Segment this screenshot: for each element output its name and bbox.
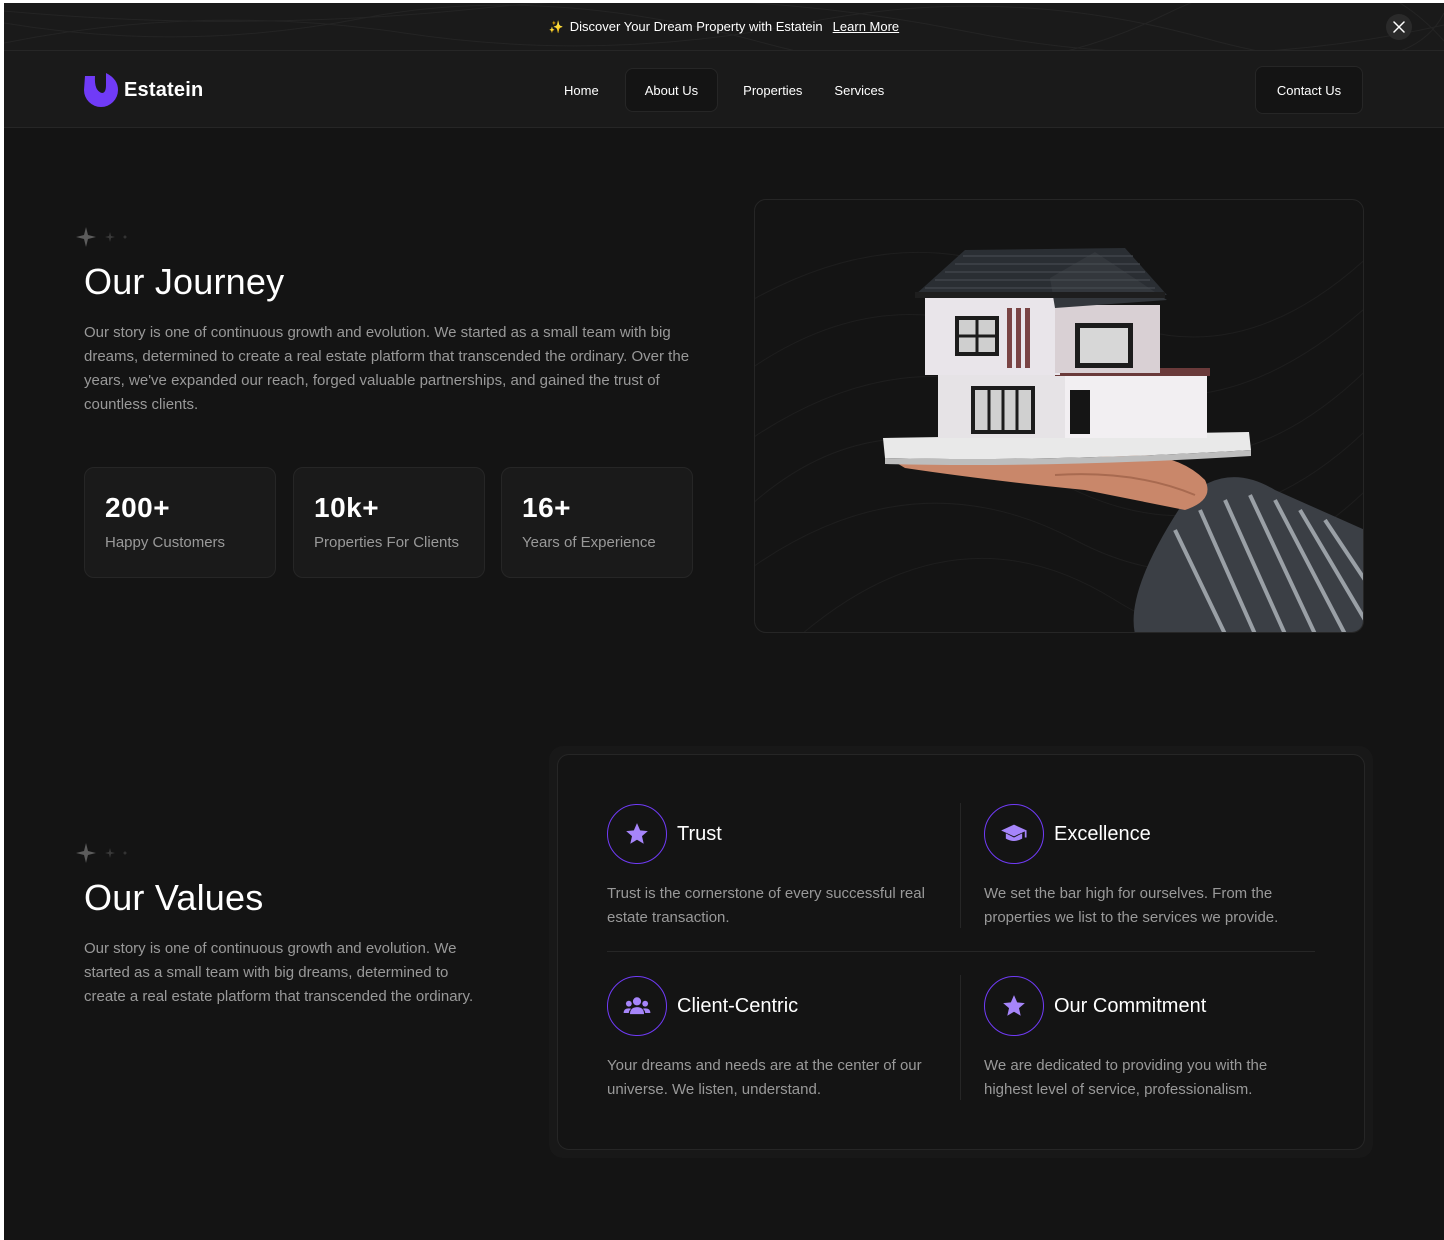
journey-title: Our Journey xyxy=(84,261,285,302)
stat-label: Properties For Clients xyxy=(314,534,460,551)
value-title: Trust xyxy=(677,822,722,845)
stat-value: 16+ xyxy=(522,492,571,523)
nav-services[interactable]: Services xyxy=(821,68,897,112)
star-icon xyxy=(607,804,667,864)
banner-text: Discover Your Dream Property with Estate… xyxy=(569,19,823,34)
learn-more-link[interactable]: Learn More xyxy=(833,19,899,34)
divider xyxy=(960,975,961,1100)
divider xyxy=(607,951,1315,952)
hero-image-card xyxy=(754,199,1364,633)
journey-paragraph: Our story is one of continuous growth an… xyxy=(84,324,690,413)
value-text: Trust is the cornerstone of every succes… xyxy=(607,885,925,926)
value-item-trust: Trust Trust is the cornerstone of every … xyxy=(607,804,927,930)
top-banner: ✨ Discover Your Dream Property with Esta… xyxy=(4,3,1444,51)
value-item-excellence: Excellence We set the bar high for ourse… xyxy=(984,804,1304,930)
value-text: We are dedicated to providing you with t… xyxy=(984,1057,1268,1098)
close-banner-button[interactable] xyxy=(1386,14,1412,40)
sparkle-stars-icon xyxy=(76,227,127,247)
contact-us-button[interactable]: Contact Us xyxy=(1255,66,1363,114)
divider xyxy=(960,803,961,928)
stat-card: 10k+ Properties For Clients xyxy=(293,467,485,578)
stat-value: 10k+ xyxy=(314,492,380,523)
logo-icon xyxy=(84,73,118,107)
brand-name: Estatein xyxy=(124,78,204,101)
value-title: Client-Centric xyxy=(677,994,799,1017)
nav-about-us[interactable]: About Us xyxy=(624,68,719,112)
stat-card: 200+ Happy Customers xyxy=(84,467,276,578)
value-title: Our Commitment xyxy=(1054,994,1207,1017)
main-nav: Home About Us Properties Services xyxy=(544,68,897,112)
value-title: Excellence xyxy=(1054,822,1151,845)
graduation-cap-icon xyxy=(984,804,1044,864)
close-icon xyxy=(1393,21,1405,33)
stat-label: Years of Experience xyxy=(522,534,656,551)
nav-home[interactable]: Home xyxy=(544,68,619,112)
stat-label: Happy Customers xyxy=(105,534,226,551)
page: ✨ Discover Your Dream Property with Esta… xyxy=(4,3,1444,1240)
value-item-client-centric: Client-Centric Your dreams and needs are… xyxy=(607,976,927,1102)
sparkle-stars-icon xyxy=(76,843,127,863)
sparkle-icon: ✨ xyxy=(548,19,564,34)
stat-value: 200+ xyxy=(105,492,171,523)
stat-card: 16+ Years of Experience xyxy=(501,467,693,578)
value-item-our-commitment: Our Commitment We are dedicated to provi… xyxy=(984,976,1304,1102)
brand-logo[interactable]: Estatein xyxy=(84,73,203,107)
values-paragraph: Our story is one of continuous growth an… xyxy=(84,940,474,1005)
nav-properties[interactable]: Properties xyxy=(724,68,815,112)
value-text: Your dreams and needs are at the center … xyxy=(607,1057,922,1098)
users-icon xyxy=(607,976,667,1036)
site-header: Estatein Home About Us Properties Servic… xyxy=(4,51,1444,128)
house-in-hand-image xyxy=(755,248,1363,632)
value-text: We set the bar high for ourselves. From … xyxy=(984,885,1279,926)
values-title: Our Values xyxy=(84,877,264,918)
star-icon xyxy=(984,976,1044,1036)
